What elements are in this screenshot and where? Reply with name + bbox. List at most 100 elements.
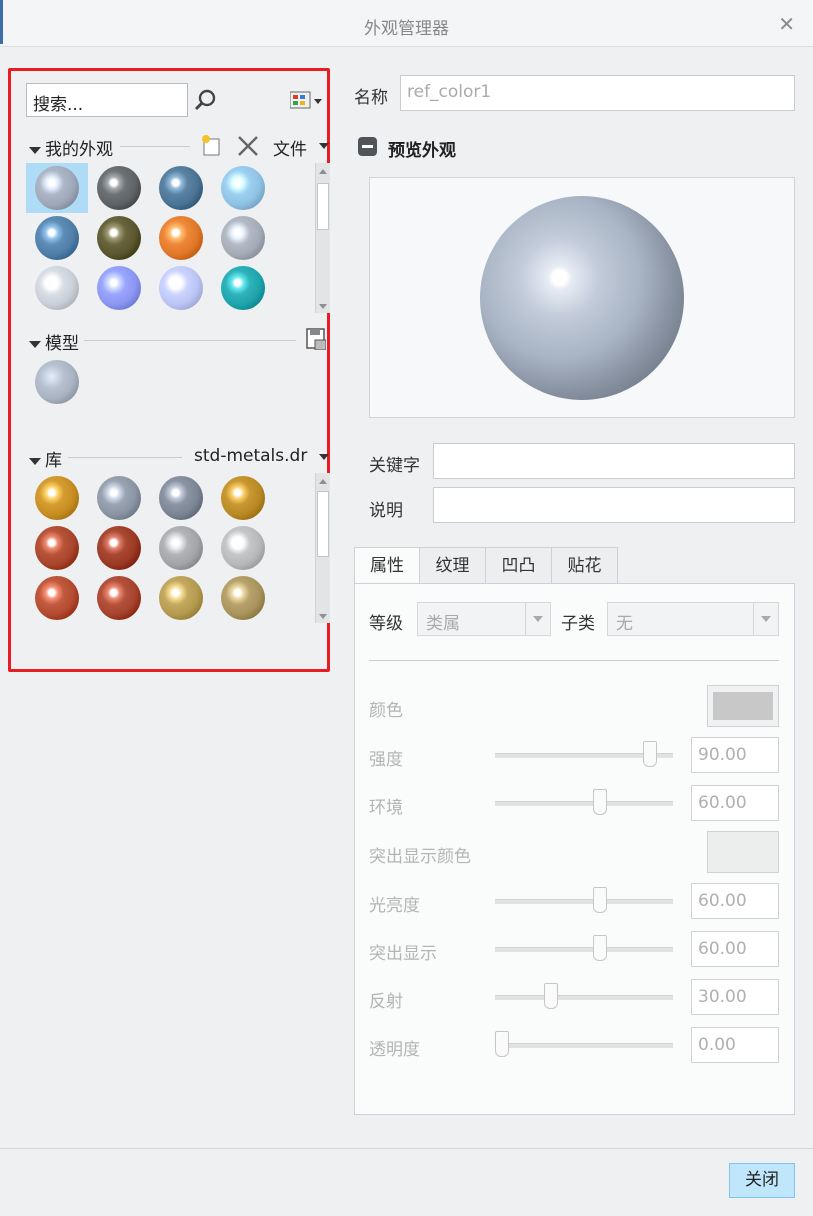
search-icon[interactable] (193, 88, 217, 112)
my-appearances-scrollbar[interactable] (315, 163, 330, 313)
subclass-label: 子类 (561, 614, 595, 634)
appearance-swatch[interactable] (35, 526, 79, 570)
collapse-icon[interactable] (29, 146, 41, 154)
appearance-swatch[interactable] (35, 216, 79, 260)
library-file[interactable]: std-metals.dr (194, 446, 308, 466)
file-menu[interactable]: 文件 (273, 135, 307, 160)
appearance-swatch[interactable] (97, 266, 141, 310)
slider-knob[interactable] (643, 741, 657, 767)
save-model-icon[interactable] (306, 328, 326, 350)
reflection-value[interactable]: 30.00 (691, 979, 779, 1015)
collapse-icon[interactable] (29, 457, 41, 465)
appearance-swatch[interactable] (221, 526, 265, 570)
appearance-swatch[interactable] (97, 526, 141, 570)
scroll-thumb[interactable] (317, 491, 329, 557)
divider (84, 340, 296, 341)
slider-knob[interactable] (593, 789, 607, 815)
tab-decal[interactable]: 贴花 (551, 547, 618, 583)
shininess-label: 光亮度 (369, 896, 420, 916)
highlight-value[interactable]: 60.00 (691, 931, 779, 967)
intensity-label: 强度 (369, 750, 403, 770)
slider-knob[interactable] (593, 935, 607, 961)
highlight-label: 突出显示 (369, 944, 437, 964)
ambient-value[interactable]: 60.00 (691, 785, 779, 821)
keyword-label: 关键字 (369, 456, 420, 476)
title-bar: 外观管理器 ✕ (0, 0, 813, 47)
appearance-swatch[interactable] (221, 216, 265, 260)
scroll-down-icon[interactable] (319, 614, 327, 619)
shininess-slider[interactable] (495, 887, 673, 913)
appearance-swatch[interactable] (35, 266, 79, 310)
shininess-value[interactable]: 60.00 (691, 883, 779, 919)
appearance-swatch[interactable] (221, 166, 265, 210)
appearance-swatch[interactable] (159, 576, 203, 620)
intensity-slider[interactable] (495, 741, 673, 767)
appearance-swatch[interactable] (35, 360, 79, 404)
slider-knob[interactable] (495, 1031, 509, 1057)
appearance-swatch[interactable] (221, 576, 265, 620)
appearance-swatch[interactable] (97, 476, 141, 520)
close-icon[interactable]: ✕ (778, 12, 795, 36)
color-swatch[interactable] (707, 685, 779, 727)
scroll-down-icon[interactable] (319, 304, 327, 309)
name-field[interactable]: ref_color1 (400, 75, 795, 111)
appearance-swatch[interactable] (159, 166, 203, 210)
description-label: 说明 (369, 501, 403, 521)
scroll-up-icon[interactable] (319, 479, 327, 484)
my-appearances-header[interactable]: 我的外观 (29, 135, 113, 160)
appearance-swatch[interactable] (159, 526, 203, 570)
transparency-label: 透明度 (369, 1040, 420, 1060)
delete-icon[interactable] (236, 134, 260, 158)
view-options-icon[interactable] (290, 90, 324, 112)
subclass-value: 无 (616, 614, 633, 634)
slider-knob[interactable] (593, 887, 607, 913)
appearance-swatch[interactable] (159, 476, 203, 520)
reflection-slider[interactable] (495, 983, 673, 1009)
highlight-color-swatch[interactable] (707, 831, 779, 873)
description-field[interactable] (433, 487, 795, 523)
file-dropdown-icon[interactable] (319, 143, 329, 149)
appearance-swatch[interactable] (35, 166, 79, 210)
chevron-down-icon[interactable] (753, 603, 778, 635)
close-button[interactable]: 关闭 (729, 1163, 795, 1198)
divider (120, 146, 190, 147)
ambient-slider[interactable] (495, 789, 673, 815)
search-input[interactable]: 搜索... (26, 83, 188, 117)
transparency-slider[interactable] (495, 1031, 673, 1057)
collapse-icon[interactable] (29, 340, 41, 348)
intensity-value[interactable]: 90.00 (691, 737, 779, 773)
tab-bump[interactable]: 凹凸 (485, 547, 552, 583)
appearance-swatch[interactable] (97, 216, 141, 260)
library-dropdown-icon[interactable] (319, 454, 329, 460)
keyword-field[interactable] (433, 443, 795, 479)
appearance-swatch[interactable] (221, 476, 265, 520)
appearance-swatch[interactable] (221, 266, 265, 310)
preview-sphere (480, 196, 684, 400)
library-header[interactable]: 库 (29, 446, 62, 471)
library-label: 库 (45, 451, 62, 471)
appearance-swatch[interactable] (35, 476, 79, 520)
footer-divider (0, 1148, 813, 1149)
grade-select[interactable]: 类属 (417, 602, 551, 636)
scroll-thumb[interactable] (317, 183, 329, 230)
appearance-swatch[interactable] (159, 216, 203, 260)
collapse-preview-icon[interactable] (358, 137, 377, 156)
color-fill (713, 692, 773, 720)
transparency-value[interactable]: 0.00 (691, 1027, 779, 1063)
tab-texture[interactable]: 纹理 (419, 547, 486, 583)
subclass-select[interactable]: 无 (607, 602, 779, 636)
slider-knob[interactable] (544, 983, 558, 1009)
library-scrollbar[interactable] (315, 473, 330, 623)
tab-properties[interactable]: 属性 (354, 547, 420, 584)
model-label: 模型 (45, 334, 79, 354)
chevron-down-icon[interactable] (525, 603, 550, 635)
appearance-swatch[interactable] (97, 576, 141, 620)
appearance-swatch[interactable] (159, 266, 203, 310)
appearance-swatch[interactable] (35, 576, 79, 620)
ambient-label: 环境 (369, 798, 403, 818)
highlight-slider[interactable] (495, 935, 673, 961)
scroll-up-icon[interactable] (319, 169, 327, 174)
appearance-swatch[interactable] (97, 166, 141, 210)
new-appearance-icon[interactable] (200, 134, 224, 158)
model-header[interactable]: 模型 (29, 329, 79, 354)
